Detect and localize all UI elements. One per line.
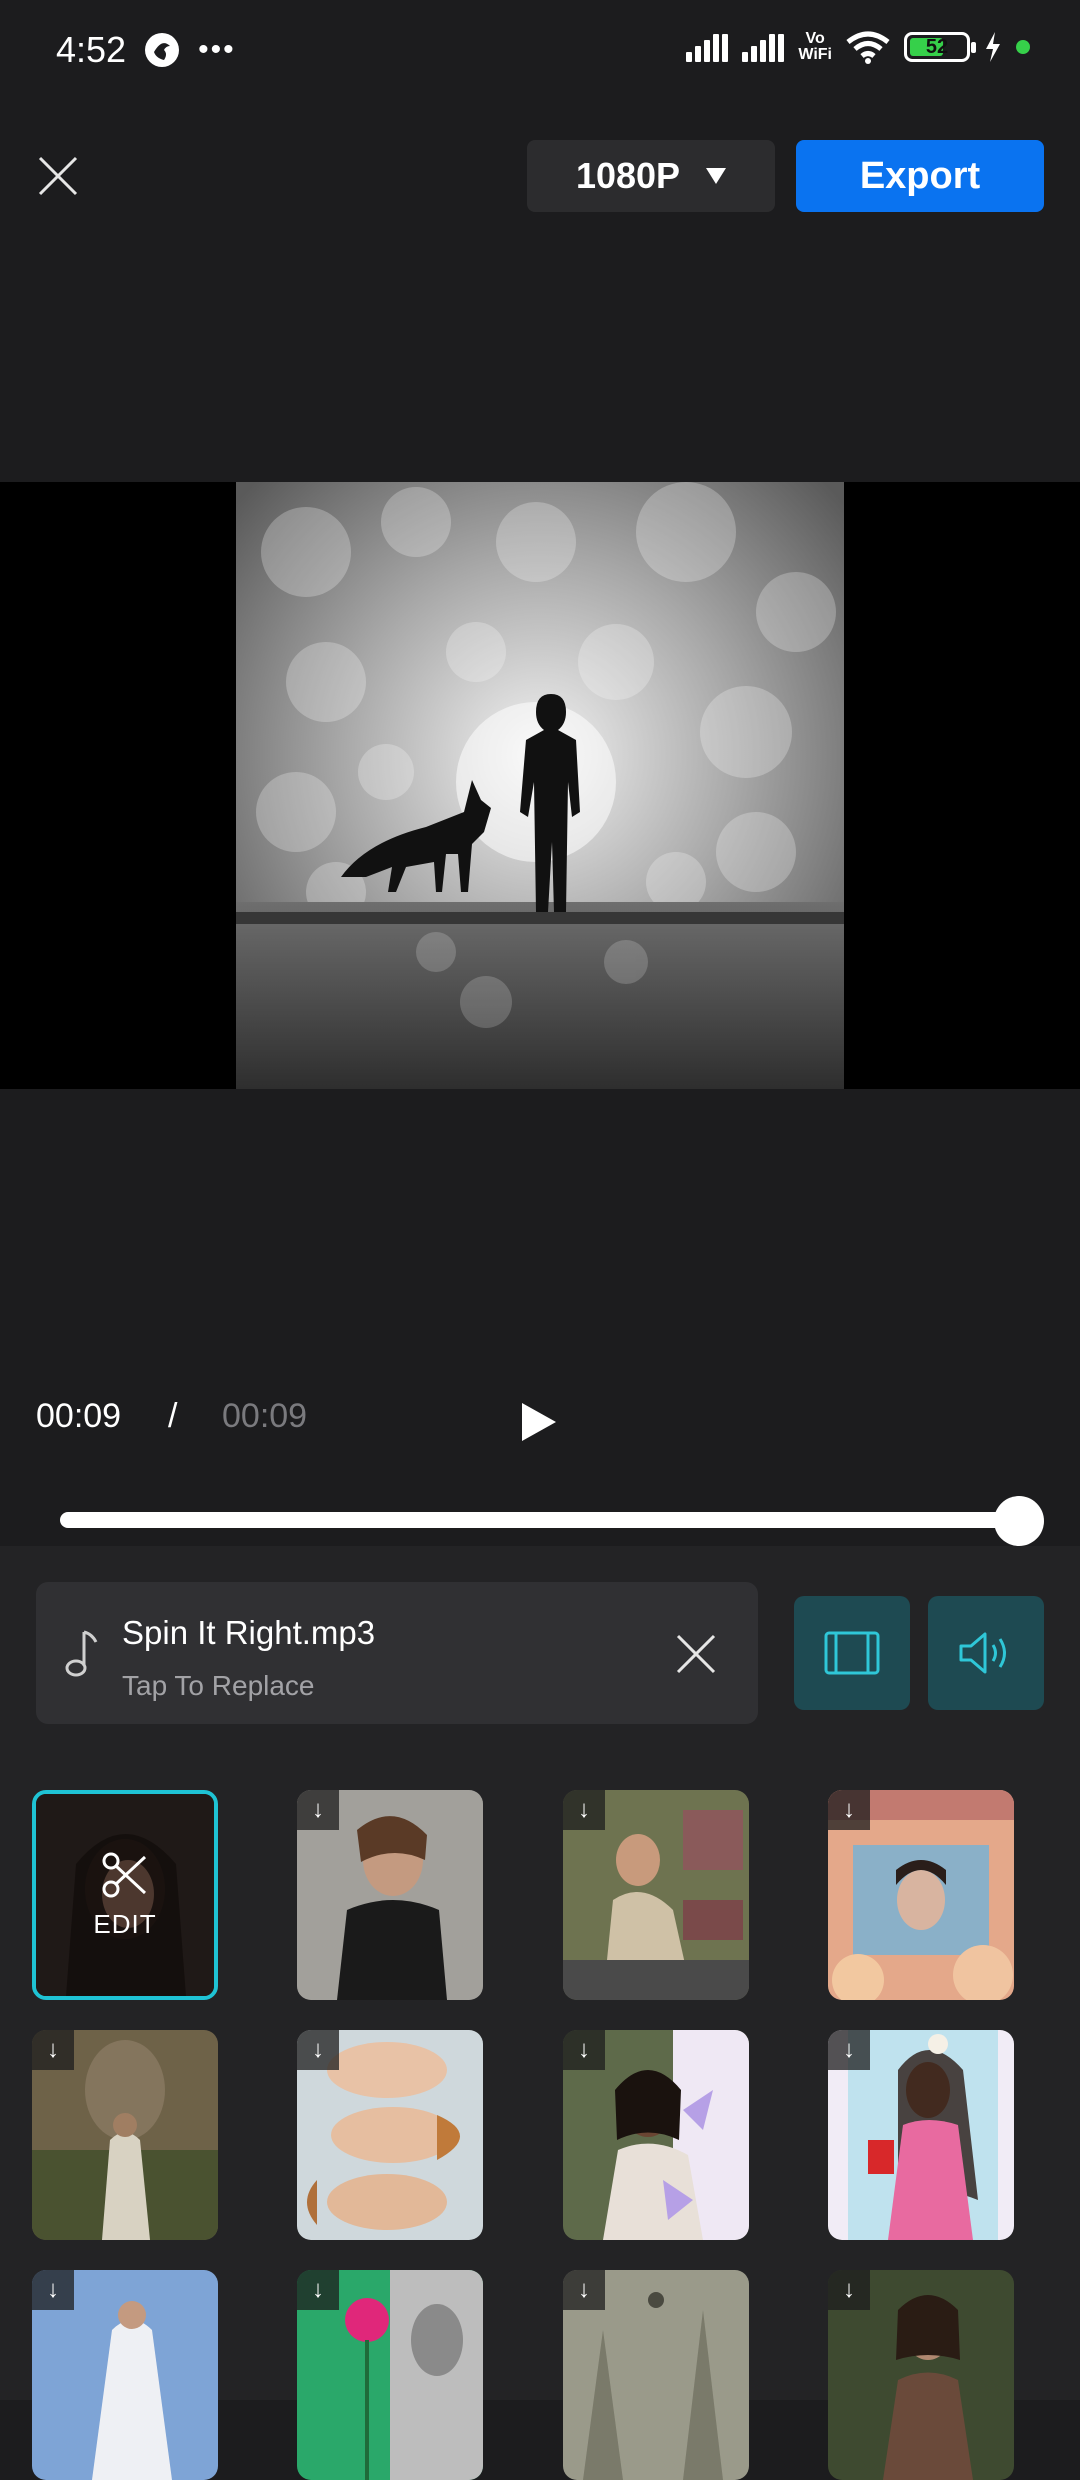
resolution-dropdown[interactable]: 1080P [527, 140, 775, 212]
download-icon: ↓ [563, 2270, 605, 2310]
app-notification-icon [145, 33, 180, 67]
export-button[interactable]: Export [796, 140, 1044, 212]
scissors-icon [102, 1852, 147, 1897]
download-icon: ↓ [297, 2270, 339, 2310]
template-thumb-selected[interactable]: EDIT [32, 1790, 218, 2000]
aspect-ratio-button[interactable] [794, 1596, 910, 1710]
more-notifications-icon: ••• [198, 33, 236, 66]
privacy-dot-icon [1016, 40, 1030, 54]
download-icon: ↓ [32, 2270, 74, 2310]
download-icon: ↓ [297, 1790, 339, 1830]
template-thumb[interactable]: ↓ [297, 2270, 483, 2480]
crop-frame-icon [824, 1631, 880, 1675]
download-icon: ↓ [563, 1790, 605, 1830]
template-thumb[interactable]: ↓ [297, 1790, 483, 2000]
edit-overlay[interactable]: EDIT [36, 1794, 214, 1996]
current-time: 00:09 [36, 1397, 122, 1435]
remove-music-icon[interactable] [674, 1632, 718, 1676]
close-icon[interactable] [36, 154, 80, 198]
signal-icon-2 [742, 32, 785, 62]
template-thumb[interactable]: ↓ [828, 1790, 1014, 2000]
template-thumb[interactable]: ↓ [828, 2030, 1014, 2240]
download-icon: ↓ [828, 1790, 870, 1830]
template-thumb[interactable]: ↓ [563, 2030, 749, 2240]
download-icon: ↓ [563, 2030, 605, 2070]
resolution-label: 1080P [575, 155, 681, 196]
music-replace-hint: Tap To Replace [122, 1670, 315, 1701]
caret-down-icon [706, 168, 727, 184]
time-separator: / [168, 1397, 178, 1435]
template-thumb[interactable]: ↓ [563, 1790, 749, 2000]
status-bar: 4:52 ••• Vo WiFi 52 [0, 0, 1080, 100]
music-note-icon [65, 1630, 98, 1677]
progress-knob[interactable] [994, 1496, 1044, 1546]
preview-frame-image [236, 482, 844, 1089]
template-thumb[interactable]: ↓ [828, 2270, 1014, 2480]
template-thumb[interactable]: ↓ [32, 2270, 218, 2480]
music-card[interactable]: Spin It Right.mp3 Tap To Replace [36, 1582, 758, 1724]
wifi-icon [846, 31, 890, 64]
signal-icon [686, 32, 729, 62]
volume-button[interactable] [928, 1596, 1044, 1710]
charging-icon [986, 32, 1000, 62]
progress-track[interactable] [60, 1512, 1020, 1528]
total-time: 00:09 [222, 1397, 308, 1435]
download-icon: ↓ [32, 2030, 74, 2070]
status-time: 4:52 [56, 29, 127, 70]
volume-icon [959, 1632, 1006, 1674]
video-preview[interactable] [0, 482, 1080, 1089]
template-thumb[interactable]: ↓ [297, 2030, 483, 2240]
download-icon: ↓ [828, 2030, 870, 2070]
vowifi-icon: Vo WiFi [798, 30, 832, 63]
top-bar: 1080P Export [0, 140, 1080, 214]
music-title: Spin It Right.mp3 [122, 1614, 376, 1651]
template-thumb[interactable]: ↓ [563, 2270, 749, 2480]
template-thumb[interactable]: ↓ [32, 2030, 218, 2240]
edit-label: EDIT [93, 1908, 157, 1939]
battery-icon: 52 [904, 32, 976, 62]
playback-controls: 00:09 / 00:09 [0, 1385, 1080, 1455]
download-icon: ↓ [828, 2270, 870, 2310]
download-icon: ↓ [297, 2030, 339, 2070]
play-icon[interactable] [518, 1401, 558, 1443]
